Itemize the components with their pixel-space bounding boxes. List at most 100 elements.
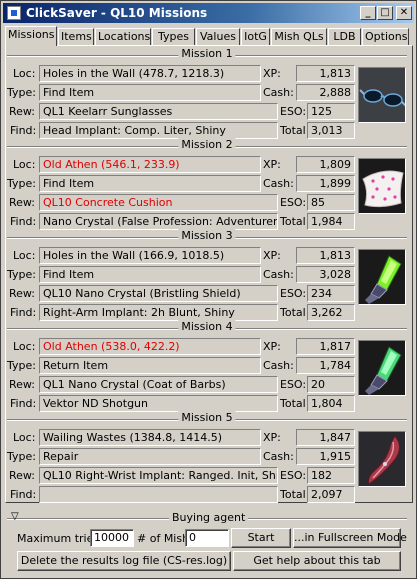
reward-field: QL10 Right-Wrist Implant: Ranged. Init, … — [39, 467, 278, 484]
xp-field: 1,813 — [296, 247, 355, 264]
xp-label: XP: — [263, 158, 281, 171]
maximize-button[interactable]: □ — [377, 6, 393, 20]
find-field — [39, 486, 278, 503]
sunglasses-icon[interactable] — [358, 67, 406, 123]
loc-field: Old Athen (538.0, 422.2) — [39, 338, 261, 355]
rew-label: Rew: — [9, 469, 36, 482]
tab-options[interactable]: Options — [362, 28, 409, 45]
mission-block-5: Mission 5 Loc: Wailing Wastes (1384.8, 1… — [7, 411, 407, 503]
find-label: Find: — [10, 488, 37, 501]
mission-block-2: Mission 2 Loc: Old Athen (546.1, 233.9) … — [7, 138, 407, 230]
window-title: ClickSaver - QL10 Missions — [26, 6, 208, 20]
mission-title: Mission 4 — [178, 320, 236, 333]
xp-label: XP: — [263, 340, 281, 353]
start-button[interactable]: Start — [231, 528, 291, 548]
cash-field: 1,899 — [296, 175, 355, 192]
xp-field: 1,813 — [296, 65, 355, 82]
rew-label: Rew: — [9, 196, 36, 209]
loc-field: Old Athen (546.1, 233.9) — [39, 156, 261, 173]
reward-field: QL1 Nano Crystal (Coat of Barbs) — [39, 376, 278, 393]
total-label: Total: — [280, 306, 310, 319]
cash-field: 3,028 — [296, 266, 355, 283]
type-field: Find Item — [39, 175, 261, 192]
max-tries-input[interactable]: 10000 — [90, 529, 134, 547]
xp-field: 1,817 — [296, 338, 355, 355]
mission-header: Mission 5 — [7, 411, 407, 425]
eso-field: 182 — [307, 467, 355, 484]
xp-field: 1,847 — [296, 429, 355, 446]
mission-block-1: Mission 1 Loc: Holes in the Wall (478.7,… — [7, 47, 407, 139]
loc-label: Loc: — [13, 249, 36, 262]
type-field: Find Item — [39, 84, 261, 101]
eso-field: 234 — [307, 285, 355, 302]
cash-label: Cash: — [263, 450, 294, 463]
rew-label: Rew: — [9, 105, 36, 118]
total-label: Total: — [280, 124, 310, 137]
find-label: Find: — [10, 397, 37, 410]
loc-field: Holes in the Wall (478.7, 1218.3) — [39, 65, 261, 82]
loc-label: Loc: — [13, 340, 36, 353]
eso-label: ESO: — [280, 287, 307, 300]
app-icon — [7, 6, 21, 20]
total-field: 3,262 — [307, 304, 355, 321]
loc-field: Wailing Wastes (1384.8, 1414.5) — [39, 429, 261, 446]
rew-label: Rew: — [9, 287, 36, 300]
delete-log-button[interactable]: Delete the results log file (CS-res.log) — [17, 551, 231, 571]
eso-label: ESO: — [280, 196, 307, 209]
implant-icon[interactable] — [358, 431, 406, 487]
xp-label: XP: — [263, 249, 281, 262]
cash-field: 1,915 — [296, 448, 355, 465]
xp-label: XP: — [263, 67, 281, 80]
tab-ldb[interactable]: LDB — [328, 28, 361, 45]
eso-label: ESO: — [280, 469, 307, 482]
nano-crystal-icon[interactable] — [358, 249, 406, 305]
find-field: Head Implant: Comp. Liter, Shiny — [39, 122, 278, 139]
mission-block-3: Mission 3 Loc: Holes in the Wall (166.9,… — [7, 229, 407, 321]
tab-locations[interactable]: Locations — [95, 28, 151, 45]
num-mish-input[interactable]: 0 — [185, 529, 229, 547]
rew-label: Rew: — [9, 378, 36, 391]
find-field: Right-Arm Implant: 2h Blunt, Shiny — [39, 304, 278, 321]
total-label: Total: — [280, 397, 310, 410]
buying-agent-header: Buying agent — [169, 511, 249, 524]
close-button[interactable]: ✕ — [396, 6, 412, 20]
help-button[interactable]: Get help about this tab — [233, 551, 401, 571]
title-bar[interactable]: ClickSaver - QL10 Missions _ □ ✕ — [3, 3, 414, 23]
mission-title: Mission 2 — [178, 138, 236, 151]
cash-label: Cash: — [263, 177, 294, 190]
total-field: 2,097 — [307, 486, 355, 503]
type-label: Type: — [7, 359, 36, 372]
eso-label: ESO: — [280, 105, 307, 118]
tab-types[interactable]: Types — [152, 28, 195, 45]
tab-values[interactable]: Values — [196, 28, 240, 45]
find-field: Nano Crystal (False Profession: Adventur… — [39, 213, 278, 230]
mission-header: Mission 1 — [7, 47, 407, 61]
tab-items[interactable]: Items — [58, 28, 94, 45]
collapse-arrow-icon[interactable]: ▽ — [11, 511, 19, 522]
type-field: Return Item — [39, 357, 261, 374]
xp-field: 1,809 — [296, 156, 355, 173]
tab-iotg[interactable]: IotG — [241, 28, 270, 45]
loc-field: Holes in the Wall (166.9, 1018.5) — [39, 247, 261, 264]
total-field: 1,804 — [307, 395, 355, 412]
tab-missions[interactable]: Missions — [5, 26, 57, 46]
eso-field: 125 — [307, 103, 355, 120]
nano-crystal-icon[interactable] — [358, 340, 406, 396]
mission-header: Mission 4 — [7, 320, 407, 334]
find-label: Find: — [10, 215, 37, 228]
cash-label: Cash: — [263, 359, 294, 372]
find-label: Find: — [10, 124, 37, 137]
minimize-button[interactable]: _ — [360, 6, 376, 20]
fullscreen-mode-button[interactable]: ...in Fullscreen Mode — [293, 528, 407, 548]
reward-field: QL10 Nano Crystal (Bristling Shield) — [39, 285, 278, 302]
mission-title: Mission 1 — [178, 47, 236, 60]
loc-label: Loc: — [13, 67, 36, 80]
mission-title: Mission 5 — [178, 411, 236, 424]
tab-mish-qls[interactable]: Mish QLs — [271, 28, 327, 45]
type-field: Find Item — [39, 266, 261, 283]
mission-title: Mission 3 — [178, 229, 236, 242]
mission-header: Mission 2 — [7, 138, 407, 152]
cash-field: 1,784 — [296, 357, 355, 374]
type-label: Type: — [7, 177, 36, 190]
cushion-icon[interactable] — [358, 158, 406, 214]
